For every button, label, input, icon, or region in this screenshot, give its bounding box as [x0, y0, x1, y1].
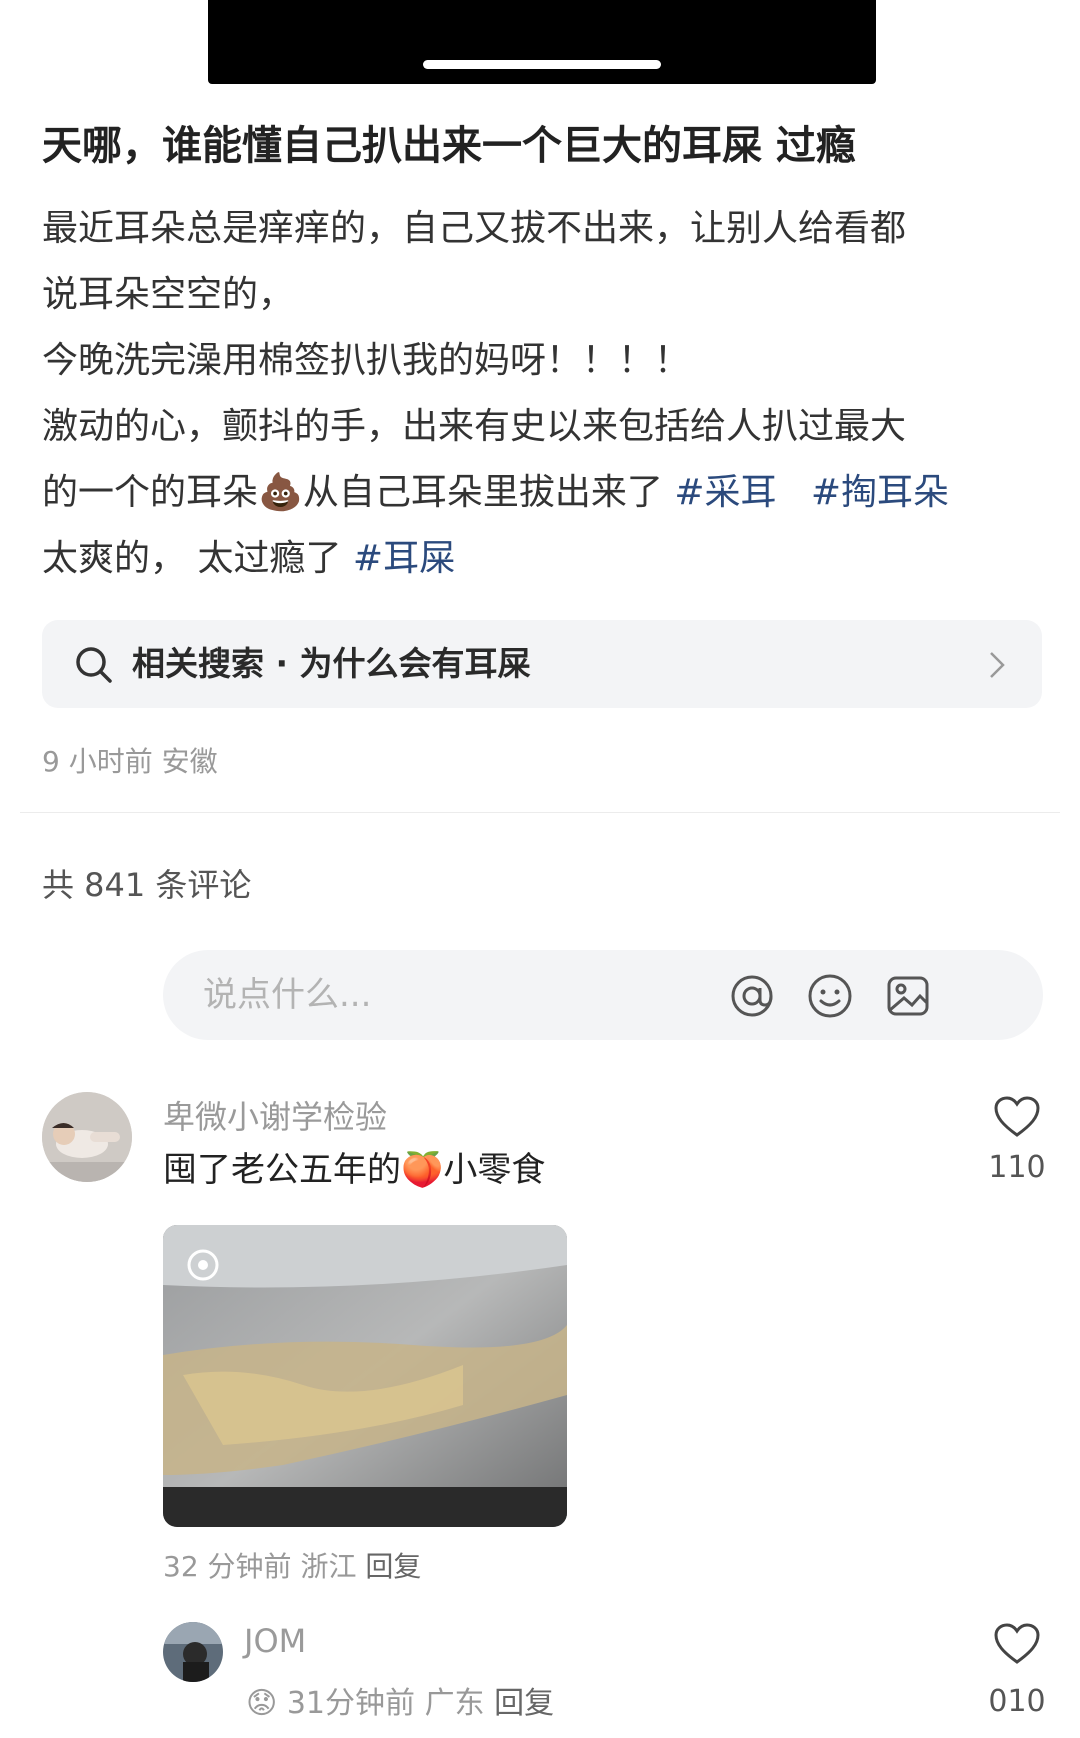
- post-line: 最近耳朵总是痒痒的，自己又拔不出来，让别人给看都: [42, 208, 907, 249]
- reply-button[interactable]: 回复: [494, 1686, 554, 1721]
- heart-icon[interactable]: [993, 1622, 1041, 1666]
- post-line-text: 的一个的耳朵: [42, 472, 259, 513]
- comment-location: 浙江: [300, 1550, 357, 1583]
- comment-count: 共 841 条评论: [42, 866, 252, 904]
- post-line: 今晚洗完澡用棉签扒扒我的妈呀！！！！: [42, 340, 691, 381]
- comment-time: 32 分钟前: [163, 1550, 292, 1583]
- avatar-image: [163, 1622, 223, 1682]
- post-line-text: 太爽的， 太过瘾了: [42, 538, 342, 579]
- comment-meta: 32 分钟前 浙江 回复: [163, 1545, 421, 1585]
- home-indicator: [423, 60, 661, 69]
- post-line: 激动的心，颤抖的手，出来有史以来包括给人扒过最大: [42, 406, 907, 447]
- comment-time: 31分钟前: [286, 1686, 416, 1721]
- post-line: 太爽的， 太过瘾了 #耳屎: [42, 526, 1042, 592]
- post-line: 的一个的耳朵💩从自己耳朵里拔出来了 #采耳 #掏耳朵: [42, 460, 1042, 526]
- image-icon[interactable]: [884, 972, 932, 1020]
- comment-photo[interactable]: [163, 1225, 567, 1527]
- related-search-label: 相关搜索 · 为什么会有耳屎: [132, 644, 531, 683]
- search-icon: [76, 647, 112, 683]
- related-search-bar[interactable]: 相关搜索 · 为什么会有耳屎: [42, 620, 1042, 708]
- peach-emoji-icon: 🍑: [401, 1150, 444, 1190]
- comment-text-part: 小零食: [443, 1150, 546, 1190]
- comment-meta: 😟 31分钟前 广东 回复: [246, 1678, 554, 1722]
- post-body: 最近耳朵总是痒痒的，自己又拔不出来，让别人给看都 说耳朵空空的， 今晚洗完澡用棉…: [42, 196, 1042, 592]
- chevron-right-icon: [990, 652, 1005, 678]
- heart-icon[interactable]: [993, 1095, 1041, 1139]
- poop-emoji-icon: 💩: [258, 472, 303, 513]
- comment-text-part: 囤了老公五年的: [163, 1150, 401, 1190]
- comment-image: [163, 1225, 567, 1527]
- comment-location: 广东: [424, 1686, 485, 1721]
- comment-username[interactable]: JOM: [244, 1622, 306, 1660]
- post-line-text: 从自己耳朵里拔出来了: [302, 472, 663, 513]
- comment-input-placeholder: 说点什么...: [203, 975, 372, 1015]
- emoji-icon[interactable]: [806, 972, 854, 1020]
- comment-username[interactable]: 卑微小谢学检验: [163, 1092, 387, 1138]
- avatar[interactable]: [42, 1092, 132, 1182]
- reply-button[interactable]: 回复: [365, 1550, 421, 1583]
- status-bar: [208, 0, 876, 84]
- worried-emoji-icon: 😟: [246, 1686, 278, 1721]
- comment-text: 囤了老公五年的🍑小零食: [163, 1145, 545, 1195]
- avatar[interactable]: [163, 1622, 223, 1682]
- hashtag-link[interactable]: #掏耳朵: [811, 472, 949, 513]
- avatar-image: [42, 1092, 132, 1182]
- post-line: 说耳朵空空的，: [42, 274, 295, 315]
- hashtag-link[interactable]: #采耳: [674, 472, 776, 513]
- comment-input[interactable]: 说点什么...: [163, 950, 1043, 1040]
- like-count: 110: [988, 1150, 1046, 1185]
- divider: [20, 812, 1060, 813]
- hashtag-link[interactable]: #耳屎: [353, 538, 455, 579]
- post-meta: 9 小时前 安徽: [42, 745, 218, 778]
- like-count: 010: [988, 1684, 1046, 1719]
- mention-icon[interactable]: [728, 972, 776, 1020]
- post-title: 天哪，谁能懂自己扒出来一个巨大的耳屎 过瘾: [42, 123, 856, 169]
